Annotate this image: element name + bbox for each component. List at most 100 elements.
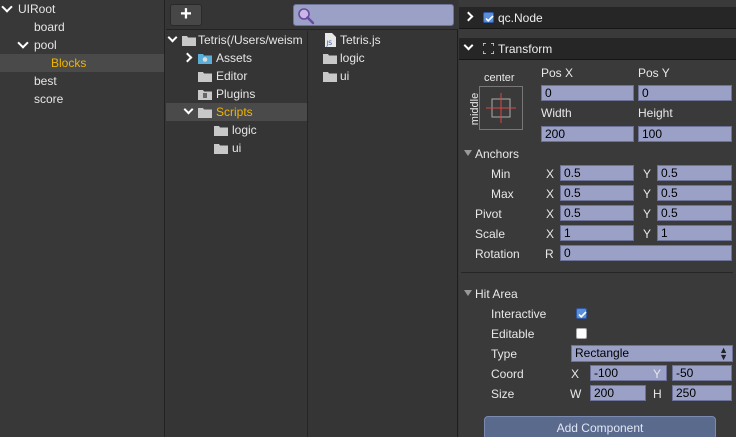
scale-label: Scale <box>475 227 506 241</box>
tree-item-label: Editor <box>216 69 248 83</box>
file-item-label: logic <box>340 51 365 65</box>
folder-icon <box>198 72 212 82</box>
height-input[interactable]: 100 <box>638 126 732 142</box>
rotation-input[interactable]: 0 <box>560 245 732 261</box>
file-item-logic[interactable]: logic <box>309 49 458 67</box>
assets-folder-icon <box>198 54 212 64</box>
tree-item-label: logic <box>232 123 257 137</box>
hierarchy-item-label: score <box>34 92 64 106</box>
min-x-label: X <box>546 167 555 181</box>
height-label: Height <box>638 106 673 120</box>
triangle-down-icon <box>464 290 472 296</box>
hierarchy-panel: UIRoot board pool Blocks best score <box>0 0 165 437</box>
hierarchy-item-label: UIRoot <box>18 2 56 16</box>
size-label: Size <box>491 387 515 401</box>
min-x-input[interactable]: 0.5 <box>560 165 634 181</box>
min-label: Min <box>491 167 511 181</box>
divider <box>461 272 733 273</box>
folder-icon <box>182 36 196 46</box>
size-h-input[interactable]: 250 <box>672 385 732 401</box>
hierarchy-item-pool[interactable]: pool <box>0 36 164 54</box>
min-y-input[interactable]: 0.5 <box>657 165 732 181</box>
plugin-folder-icon <box>198 90 212 100</box>
hierarchy-item-best[interactable]: best <box>0 72 164 90</box>
tree-item-label: Plugins <box>216 87 256 101</box>
coord-label: Coord <box>491 367 524 381</box>
rotation-r-label: R <box>545 247 554 261</box>
max-x-input[interactable]: 0.5 <box>560 185 634 201</box>
chevron-right-icon[interactable] <box>182 52 193 63</box>
folder-icon <box>214 144 228 154</box>
anchor-preset-icon <box>486 93 516 123</box>
anchors-section-header[interactable]: Anchors <box>459 145 736 163</box>
node-header: qc.Node <box>459 7 736 29</box>
tree-item-label: Scripts <box>216 105 253 119</box>
scale-x-label: X <box>546 227 555 241</box>
tree-item-tetris[interactable]: Tetris(/Users/weism <box>166 31 307 49</box>
tree-item-plugins[interactable]: Plugins <box>166 85 307 103</box>
file-item-label: ui <box>340 69 350 83</box>
anchor-h-label: center <box>484 72 515 84</box>
file-item-ui[interactable]: ui <box>309 67 458 85</box>
max-y-input[interactable]: 0.5 <box>657 185 732 201</box>
project-toolbar: + <box>166 0 458 30</box>
folder-icon <box>323 72 337 82</box>
hierarchy-item-blocks[interactable]: Blocks <box>0 54 164 72</box>
posy-input[interactable]: 0 <box>638 85 732 101</box>
hit-area-section-header[interactable]: Hit Area <box>459 285 736 303</box>
max-x-label: X <box>546 187 555 201</box>
search-input[interactable] <box>293 4 454 26</box>
chevron-down-icon[interactable] <box>167 32 178 43</box>
pivot-x-input[interactable]: 0.5 <box>560 205 634 221</box>
size-h-label: H <box>653 387 662 401</box>
add-asset-button[interactable]: + <box>170 4 202 26</box>
type-select[interactable]: Rectangle ▲ ▼ <box>571 345 733 362</box>
pivot-label: Pivot <box>475 207 502 221</box>
scale-x-input[interactable]: 1 <box>560 225 634 241</box>
min-y-label: Y <box>643 167 652 181</box>
max-y-label: Y <box>643 187 652 201</box>
anchor-preset-button[interactable] <box>479 86 523 130</box>
folder-icon <box>214 126 228 136</box>
interactive-label: Interactive <box>491 307 547 321</box>
chevron-down-icon[interactable] <box>183 104 194 115</box>
scale-y-input[interactable]: 1 <box>657 225 732 241</box>
transform-icon <box>483 43 494 54</box>
tree-item-editor[interactable]: Editor <box>166 67 307 85</box>
chevron-down-icon[interactable] <box>1 1 13 13</box>
folder-icon <box>198 108 212 118</box>
file-item-tetris-js[interactable]: JS Tetris.js <box>309 31 458 49</box>
node-type-label: qc.Node <box>498 11 543 25</box>
svg-text:JS: JS <box>326 40 333 47</box>
tree-item-logic[interactable]: logic <box>166 121 307 139</box>
chevron-right-icon[interactable] <box>463 11 474 22</box>
tree-item-scripts[interactable]: Scripts <box>166 103 307 121</box>
editable-checkbox[interactable] <box>576 328 587 339</box>
pivot-y-label: Y <box>643 207 652 221</box>
type-label: Type <box>491 347 518 361</box>
transform-header[interactable]: Transform <box>459 38 736 60</box>
tree-item-ui[interactable]: ui <box>166 139 307 157</box>
hierarchy-item-board[interactable]: board <box>0 18 164 36</box>
width-label: Width <box>541 106 572 120</box>
pivot-x-label: X <box>546 207 555 221</box>
width-input[interactable]: 200 <box>541 126 634 142</box>
size-w-input[interactable]: 200 <box>590 385 646 401</box>
posx-input[interactable]: 0 <box>541 85 634 101</box>
inspector-panel: qc.Node Transform center middle Pos X Po… <box>459 0 736 437</box>
interactive-checkbox[interactable] <box>576 308 587 319</box>
anchors-label: Anchors <box>475 147 520 161</box>
hierarchy-item-score[interactable]: score <box>0 90 164 108</box>
add-component-button[interactable]: Add Component <box>484 416 716 437</box>
coord-y-input[interactable]: -50 <box>672 365 732 381</box>
chevron-down-icon[interactable] <box>17 37 29 49</box>
pivot-y-input[interactable]: 0.5 <box>657 205 732 221</box>
chevron-down-icon[interactable] <box>463 40 474 51</box>
select-arrows-icon: ▲ ▼ <box>719 345 728 362</box>
tree-item-assets[interactable]: Assets <box>166 49 307 67</box>
node-enabled-checkbox[interactable] <box>483 12 494 23</box>
hierarchy-item-label: Blocks <box>51 56 87 70</box>
rotation-label: Rotation <box>475 247 520 261</box>
coord-x-label: X <box>571 367 580 381</box>
hierarchy-item-uiroot[interactable]: UIRoot <box>0 0 164 18</box>
